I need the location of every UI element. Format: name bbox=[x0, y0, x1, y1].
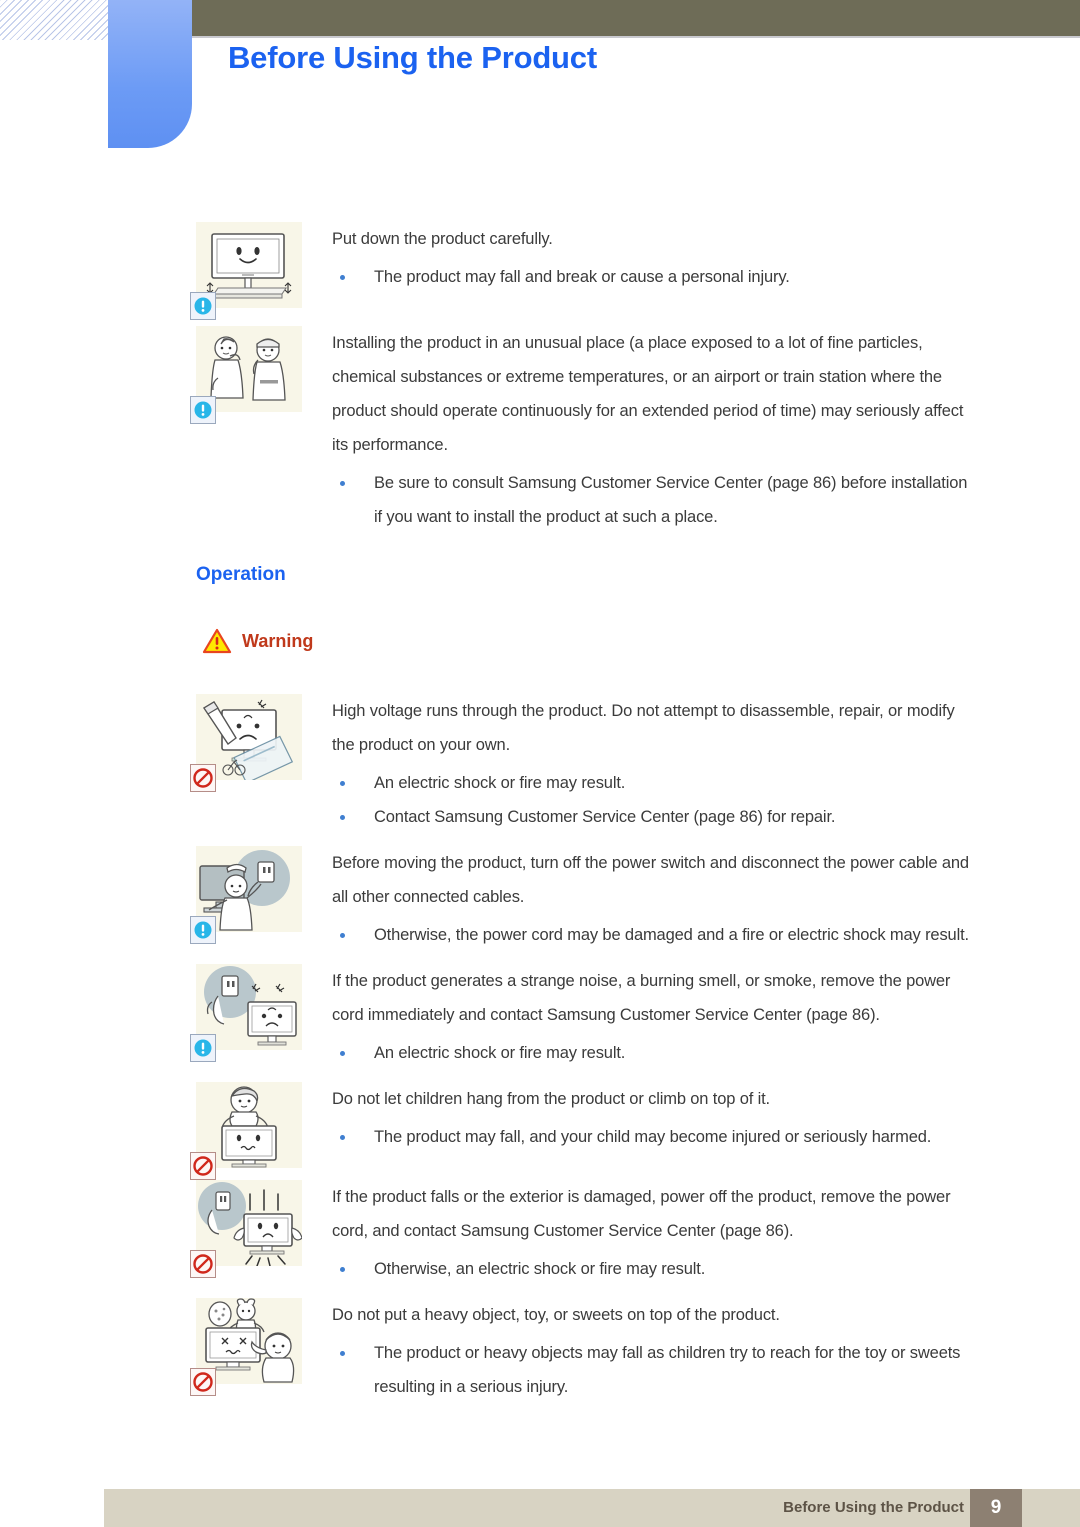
list-item: Be sure to consult Samsung Customer Serv… bbox=[332, 466, 970, 534]
caution-exclamation-badge bbox=[190, 916, 216, 944]
prohibited-badge bbox=[190, 764, 216, 792]
document-content: Put down the product carefully. The prod… bbox=[0, 222, 1080, 1416]
caution-exclamation-badge bbox=[190, 1034, 216, 1062]
illustration-column bbox=[190, 1298, 306, 1396]
bullet-list: Be sure to consult Samsung Customer Serv… bbox=[332, 466, 970, 534]
page-footer: Before Using the Product 9 bbox=[104, 1489, 1080, 1527]
text-column: Put down the product carefully. The prod… bbox=[306, 222, 1080, 294]
text-column: Before moving the product, turn off the … bbox=[306, 846, 1080, 952]
safety-block: If the product falls or the exterior is … bbox=[0, 1180, 1080, 1286]
paragraph: Do not let children hang from the produc… bbox=[332, 1090, 770, 1108]
paragraph: Put down the product carefully. bbox=[332, 230, 553, 248]
smoke-burning-smell-unplug-icon bbox=[190, 964, 302, 1062]
text-column: Do not put a heavy object, toy, or sweet… bbox=[306, 1298, 1080, 1404]
safety-block: Before moving the product, turn off the … bbox=[0, 846, 1080, 952]
page-number: 9 bbox=[990, 1497, 1002, 1518]
warning-triangle-icon bbox=[202, 628, 232, 654]
bullet-list: The product or heavy objects may fall as… bbox=[332, 1336, 970, 1404]
safety-block: Do not let children hang from the produc… bbox=[0, 1082, 1080, 1180]
text-column: Installing the product in an unusual pla… bbox=[306, 326, 1080, 534]
illustration-column bbox=[190, 222, 306, 320]
paragraph: If the product falls or the exterior is … bbox=[332, 1188, 951, 1240]
page-title: Before Using the Product bbox=[228, 40, 597, 75]
text-column: High voltage runs through the product. D… bbox=[306, 694, 1080, 834]
paragraph: High voltage runs through the product. D… bbox=[332, 702, 955, 754]
header-bar bbox=[192, 0, 1080, 36]
paragraph: Do not put a heavy object, toy, or sweet… bbox=[332, 1306, 780, 1324]
safety-block: High voltage runs through the product. D… bbox=[0, 694, 1080, 834]
illustration-column bbox=[190, 694, 306, 792]
list-item: An electric shock or fire may result. bbox=[332, 1036, 970, 1070]
page-number-box: 9 bbox=[970, 1489, 1022, 1527]
text-column: If the product generates a strange noise… bbox=[306, 964, 1080, 1070]
caution-exclamation-badge bbox=[190, 396, 216, 424]
safety-block: Put down the product carefully. The prod… bbox=[0, 222, 1080, 320]
illustration-column bbox=[190, 846, 306, 944]
bullet-list: The product may fall, and your child may… bbox=[332, 1120, 970, 1154]
fallen-damaged-monitor-icon bbox=[190, 1180, 302, 1278]
header-bar-underline bbox=[192, 36, 1080, 38]
toy-on-top-of-monitor-icon bbox=[190, 1298, 302, 1396]
disassemble-monitor-screwdriver-icon bbox=[190, 694, 302, 792]
illustration-column bbox=[190, 964, 306, 1062]
list-item: The product or heavy objects may fall as… bbox=[332, 1336, 970, 1404]
paragraph: If the product generates a strange noise… bbox=[332, 972, 951, 1024]
warning-label: Warning bbox=[242, 630, 314, 651]
monitor-placed-on-stand-icon bbox=[190, 222, 302, 320]
paragraph: Before moving the product, turn off the … bbox=[332, 854, 969, 906]
people-in-dusty-place-icon bbox=[190, 326, 302, 424]
illustration-column bbox=[190, 1180, 306, 1278]
illustration-column bbox=[190, 326, 306, 424]
section-heading-operation: Operation bbox=[196, 564, 286, 585]
caution-exclamation-badge bbox=[190, 292, 216, 320]
unplug-power-before-moving-icon bbox=[190, 846, 302, 944]
text-column: Do not let children hang from the produc… bbox=[306, 1082, 1080, 1154]
safety-block: Installing the product in an unusual pla… bbox=[0, 326, 1080, 534]
list-item: An electric shock or fire may result. bbox=[332, 766, 970, 800]
list-item: Otherwise, the power cord may be damaged… bbox=[332, 918, 970, 952]
paragraph: Installing the product in an unusual pla… bbox=[332, 334, 964, 454]
safety-block: If the product generates a strange noise… bbox=[0, 964, 1080, 1070]
bullet-list: Otherwise, the power cord may be damaged… bbox=[332, 918, 970, 952]
bullet-list: An electric shock or fire may result. bbox=[332, 1036, 970, 1070]
bullet-list: The product may fall and break or cause … bbox=[332, 260, 970, 294]
list-item: The product may fall and break or cause … bbox=[332, 260, 970, 294]
hatch-decoration bbox=[0, 0, 108, 40]
warning-row: Warning bbox=[202, 628, 1080, 654]
prohibited-badge bbox=[190, 1152, 216, 1180]
blue-tab-decoration bbox=[108, 0, 192, 148]
list-item: Otherwise, an electric shock or fire may… bbox=[332, 1252, 970, 1286]
bullet-list: Otherwise, an electric shock or fire may… bbox=[332, 1252, 970, 1286]
footer-section-label: Before Using the Product bbox=[783, 1499, 964, 1516]
bullet-list: An electric shock or fire may result. Co… bbox=[332, 766, 970, 834]
prohibited-badge bbox=[190, 1250, 216, 1278]
list-item: Contact Samsung Customer Service Center … bbox=[332, 800, 970, 834]
illustration-column bbox=[190, 1082, 306, 1180]
prohibited-badge bbox=[190, 1368, 216, 1396]
safety-block: Do not put a heavy object, toy, or sweet… bbox=[0, 1298, 1080, 1404]
child-hanging-on-monitor-icon bbox=[190, 1082, 302, 1180]
text-column: If the product falls or the exterior is … bbox=[306, 1180, 1080, 1286]
list-item: The product may fall, and your child may… bbox=[332, 1120, 970, 1154]
